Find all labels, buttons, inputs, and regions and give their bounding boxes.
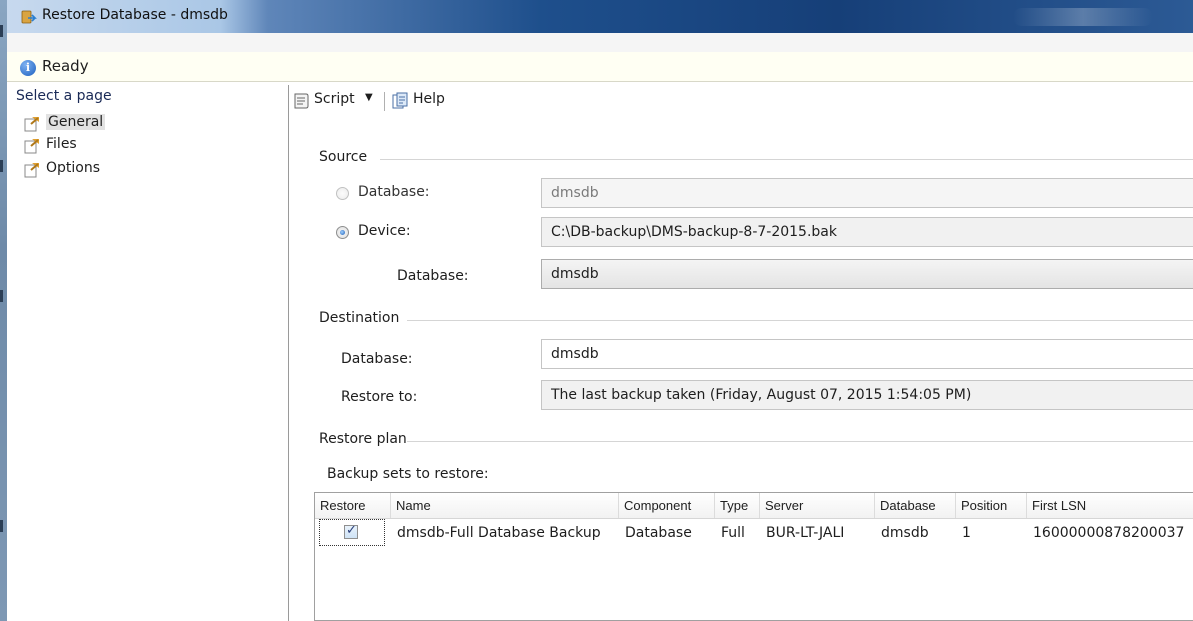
- column-header-first-lsn[interactable]: First LSN: [1027, 493, 1193, 518]
- backup-sets-grid: Restore Name Component Type Server Datab…: [314, 492, 1193, 621]
- cell-component: Database: [625, 525, 692, 541]
- destination-header: Destination: [319, 310, 400, 326]
- restore-plan-group-header: Restore plan: [319, 431, 1193, 451]
- restore-checkbox[interactable]: [344, 523, 358, 539]
- source-header: Source: [319, 149, 368, 165]
- database-radio-label: Database:: [358, 184, 430, 200]
- help-label: Help: [413, 91, 445, 107]
- cell-name: dmsdb-Full Database Backup: [397, 525, 601, 541]
- column-header-restore[interactable]: Restore: [315, 493, 391, 518]
- grid-header: Restore Name Component Type Server Datab…: [315, 493, 1193, 519]
- column-header-position[interactable]: Position: [956, 493, 1027, 518]
- page-wrench-icon: [24, 117, 39, 132]
- page-wrench-icon: [24, 163, 39, 178]
- source-group-header: Source: [319, 149, 1193, 169]
- cell-type: Full: [721, 525, 745, 541]
- cell-first-lsn: 16000000878200037: [1033, 525, 1185, 541]
- page-label: Options: [46, 160, 101, 176]
- page-wrench-icon: [24, 139, 39, 154]
- script-icon: [294, 93, 309, 109]
- restore-to-field[interactable]: The last backup taken (Friday, August 07…: [541, 380, 1193, 410]
- backup-sets-label: Backup sets to restore:: [327, 466, 489, 482]
- destination-database-label: Database:: [341, 351, 413, 367]
- chevron-down-icon[interactable]: ▼: [365, 92, 373, 103]
- device-radio[interactable]: [336, 226, 349, 239]
- script-button[interactable]: Script ▼: [292, 89, 373, 113]
- window-title: Restore Database - dmsdb: [42, 7, 228, 23]
- cell-server: BUR-LT-JALI: [766, 525, 845, 541]
- restore-plan-header: Restore plan: [319, 431, 407, 447]
- device-database-label: Database:: [397, 268, 469, 284]
- destination-group-header: Destination: [319, 310, 1193, 330]
- script-label: Script: [314, 91, 355, 107]
- status-text: Ready: [42, 57, 89, 75]
- destination-database-input[interactable]: dmsdb: [541, 339, 1193, 369]
- column-header-name[interactable]: Name: [391, 493, 619, 518]
- device-path-field[interactable]: C:\DB-backup\DMS-backup-8-7-2015.bak: [541, 217, 1193, 247]
- page-selector-pane: Select a page General Files Options: [7, 85, 289, 621]
- help-button[interactable]: Help: [391, 89, 461, 113]
- page-label: Files: [46, 136, 77, 152]
- column-header-database[interactable]: Database: [875, 493, 956, 518]
- help-icon: [392, 92, 408, 109]
- cell-position: 1: [962, 525, 971, 541]
- page-label: General: [46, 114, 106, 130]
- cell-database: dmsdb: [881, 525, 929, 541]
- restore-database-icon: [21, 10, 37, 24]
- info-icon: i: [20, 60, 36, 76]
- table-row[interactable]: dmsdb-Full Database Backup Database Full…: [315, 518, 1193, 548]
- device-database-select[interactable]: dmsdb: [541, 259, 1193, 289]
- column-header-server[interactable]: Server: [760, 493, 875, 518]
- select-page-heading: Select a page: [16, 88, 112, 104]
- database-radio[interactable]: [336, 187, 349, 200]
- status-bar: i Ready: [7, 52, 1193, 82]
- column-header-type[interactable]: Type: [715, 493, 760, 518]
- source-database-field: dmsdb: [541, 178, 1193, 208]
- column-header-component[interactable]: Component: [619, 493, 715, 518]
- window-edge: [0, 0, 7, 621]
- title-bar: Restore Database - dmsdb: [7, 0, 1193, 33]
- device-radio-label: Device:: [358, 223, 411, 239]
- restore-to-label: Restore to:: [341, 389, 418, 405]
